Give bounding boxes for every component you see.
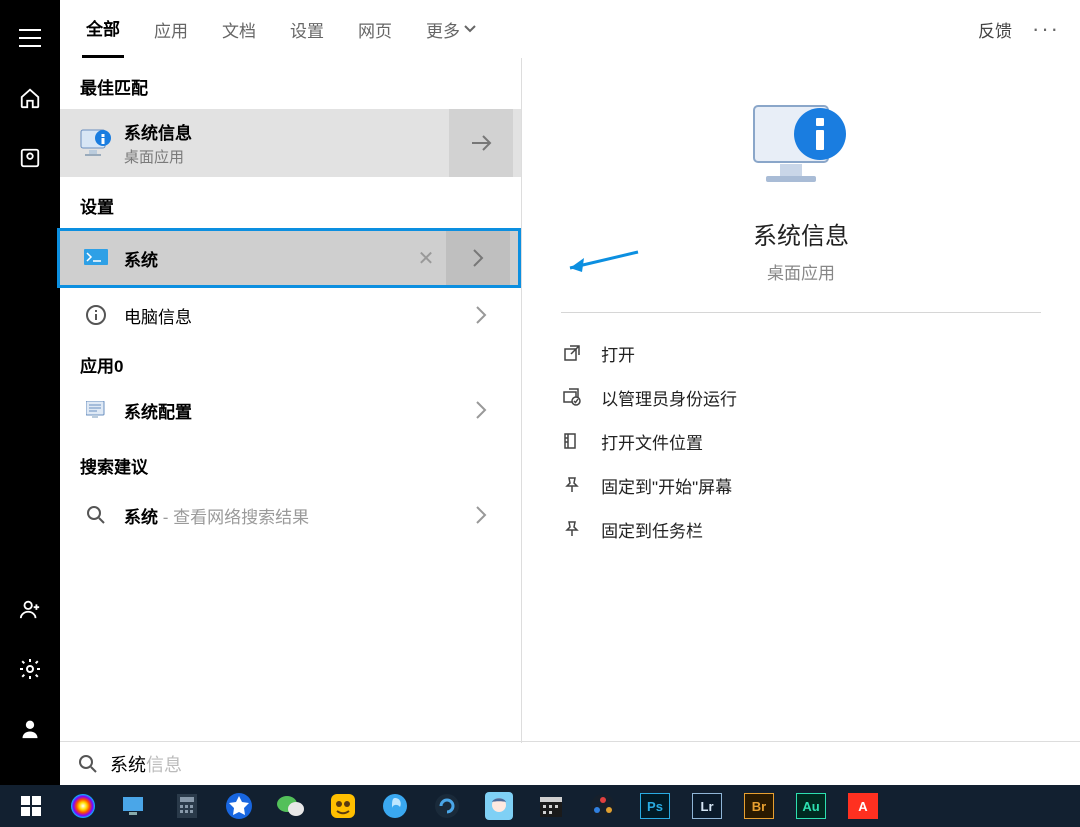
tab-settings[interactable]: 设置 — [286, 0, 328, 58]
result-title: 系统 — [124, 246, 406, 271]
result-pc-info[interactable]: 电脑信息 — [60, 288, 521, 342]
detail-app-type: 桌面应用 — [767, 259, 835, 284]
taskbar-app-anime[interactable] — [480, 789, 518, 823]
library-icon[interactable] — [14, 142, 46, 174]
search-input-bar[interactable]: 系统信息 — [60, 741, 1080, 785]
result-title: 电脑信息 — [124, 303, 449, 328]
search-icon — [78, 754, 98, 774]
tab-apps[interactable]: 应用 — [150, 0, 192, 58]
action-pin-taskbar[interactable]: 固定到任务栏 — [561, 507, 1041, 551]
close-icon[interactable]: ✕ — [406, 246, 446, 271]
result-system-config[interactable]: 系统配置 — [60, 383, 521, 437]
action-label: 固定到任务栏 — [601, 517, 703, 542]
best-match-label: 最佳匹配 — [60, 58, 521, 109]
actions-list: 打开 以管理员身份运行 打开文件位置 固定到"开始"屏幕 固定到任务栏 — [561, 331, 1041, 551]
search-filter-tabs: 全部 应用 文档 设置 网页 更多 反馈 ··· — [60, 0, 1080, 58]
search-typed-text: 系统 — [110, 755, 146, 775]
action-run-admin[interactable]: 以管理员身份运行 — [561, 375, 1041, 419]
settings-section-label: 设置 — [60, 177, 521, 228]
separator — [561, 312, 1041, 313]
taskbar-app-photoshop[interactable]: Ps — [636, 789, 674, 823]
gear-icon[interactable] — [14, 653, 46, 685]
app-large-icon — [741, 98, 861, 198]
chevron-right-icon[interactable] — [449, 288, 513, 342]
search-icon — [76, 505, 116, 525]
tab-all[interactable]: 全部 — [82, 0, 124, 58]
info-icon — [76, 304, 116, 326]
pin-icon — [561, 476, 583, 494]
taskbar-app-blue-swirl[interactable] — [376, 789, 414, 823]
start-button[interactable] — [12, 789, 50, 823]
chevron-right-icon[interactable] — [449, 488, 513, 542]
result-web-suggest[interactable]: 系统 - 查看网络搜索结果 — [60, 488, 521, 542]
suggestions-label: 搜索建议 — [60, 437, 521, 488]
tab-web[interactable]: 网页 — [354, 0, 396, 58]
result-title: 系统 - 查看网络搜索结果 — [124, 503, 449, 528]
taskbar-app-star[interactable] — [220, 789, 258, 823]
taskbar-app-swirl-dark[interactable] — [428, 789, 466, 823]
action-open-location[interactable]: 打开文件位置 — [561, 419, 1041, 463]
folder-icon — [561, 432, 583, 450]
chevron-right-icon[interactable] — [446, 231, 510, 285]
taskbar-app-rainbow[interactable] — [64, 789, 102, 823]
taskbar-app-resolve[interactable] — [584, 789, 622, 823]
highlighted-result-frame: 系统 ✕ — [57, 228, 521, 288]
chevron-down-icon — [464, 25, 476, 33]
display-settings-icon — [76, 248, 116, 268]
sysconfig-icon — [76, 401, 116, 419]
taskbar-app-wechat[interactable] — [272, 789, 310, 823]
result-subtitle: 桌面应用 — [124, 146, 449, 167]
action-label: 固定到"开始"屏幕 — [601, 473, 732, 498]
action-label: 打开文件位置 — [601, 429, 703, 454]
result-title: 系统信息 — [124, 119, 449, 144]
expand-arrow-icon[interactable] — [449, 109, 513, 177]
action-pin-start[interactable]: 固定到"开始"屏幕 — [561, 463, 1041, 507]
detail-app-name: 系统信息 — [753, 216, 849, 251]
taskbar-app-desktop[interactable] — [116, 789, 154, 823]
tab-more[interactable]: 更多 — [422, 0, 480, 58]
admin-icon — [561, 388, 583, 406]
result-detail-panel: 系统信息 桌面应用 打开 以管理员身份运行 打开文件位置 固定到"开始"屏幕 固… — [522, 58, 1080, 743]
taskbar-app-lightroom[interactable]: Lr — [688, 789, 726, 823]
chevron-right-icon[interactable] — [449, 383, 513, 437]
result-best-match[interactable]: 系统信息 桌面应用 — [60, 109, 521, 177]
feedback-link[interactable]: 反馈 — [978, 17, 1012, 42]
taskbar-app-audition[interactable]: Au — [792, 789, 830, 823]
profile-icon[interactable] — [14, 713, 46, 745]
taskbar-app-calendar[interactable] — [532, 789, 570, 823]
search-results-panel: 最佳匹配 系统信息 桌面应用 设置 系统 ✕ — [60, 58, 522, 743]
taskbar-app-yy[interactable] — [324, 789, 362, 823]
action-label: 以管理员身份运行 — [601, 385, 737, 410]
more-options-icon[interactable]: ··· — [1032, 16, 1060, 42]
pin-icon — [561, 520, 583, 538]
action-open[interactable]: 打开 — [561, 331, 1041, 375]
start-sidebar — [0, 0, 60, 785]
apps-section-label: 应用0 — [60, 342, 521, 383]
taskbar-app-red[interactable]: A — [844, 789, 882, 823]
hamburger-icon[interactable] — [14, 22, 46, 54]
search-ghost-text: 信息 — [146, 755, 182, 775]
home-icon[interactable] — [14, 82, 46, 114]
result-system-settings[interactable]: 系统 ✕ — [60, 231, 518, 285]
tab-docs[interactable]: 文档 — [218, 0, 260, 58]
taskbar: Ps Lr Br Au A — [0, 785, 1080, 827]
action-label: 打开 — [601, 341, 635, 366]
open-icon — [561, 344, 583, 362]
taskbar-app-calculator[interactable] — [168, 789, 206, 823]
taskbar-app-bridge[interactable]: Br — [740, 789, 778, 823]
system-info-icon — [76, 128, 116, 158]
result-title: 系统配置 — [124, 398, 449, 423]
user-add-icon[interactable] — [14, 593, 46, 625]
